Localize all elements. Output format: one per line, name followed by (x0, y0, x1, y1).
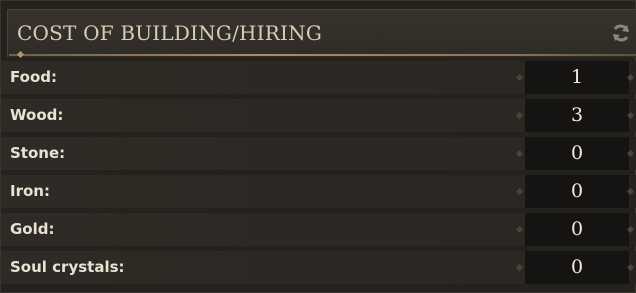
cost-value-field[interactable]: 1 (525, 61, 629, 94)
cost-value: 0 (570, 142, 584, 164)
cost-label: Gold: (10, 220, 55, 238)
cost-value: 0 (570, 218, 584, 240)
cost-row-food: Food: 1 (1, 61, 636, 94)
refresh-icon[interactable] (610, 22, 632, 44)
cost-row-iron: Iron: 0 (1, 175, 636, 208)
cost-value: 3 (570, 104, 584, 126)
cost-label: Iron: (10, 182, 50, 200)
panel-title: COST OF BUILDING/HIRING (17, 21, 322, 45)
cost-list: Food: 1 Wood: 3 Stone: 0 Iron: 0 Gold: 0… (1, 61, 636, 289)
cost-row-soul-crystals: Soul crystals: 0 (1, 251, 636, 284)
cost-row-gold: Gold: 0 (1, 213, 636, 246)
cost-value: 0 (570, 180, 584, 202)
cost-panel: COST OF BUILDING/HIRING Food: 1 Wood: 3 (0, 0, 636, 293)
decrease-arrow-icon[interactable] (515, 73, 524, 82)
cost-value-field[interactable]: 3 (525, 99, 629, 132)
cost-row-wood: Wood: 3 (1, 99, 636, 132)
cost-value: 0 (570, 256, 584, 278)
cost-value-field[interactable]: 0 (525, 213, 629, 246)
decrease-arrow-icon[interactable] (515, 149, 524, 158)
cost-value-field[interactable]: 0 (525, 137, 629, 170)
cost-row-stone: Stone: 0 (1, 137, 636, 170)
cost-label: Soul crystals: (10, 258, 125, 276)
cost-value: 1 (570, 66, 584, 88)
cost-label: Stone: (10, 144, 66, 162)
cost-label: Wood: (10, 106, 64, 124)
cost-label: Food: (10, 68, 57, 86)
cost-value-field[interactable]: 0 (525, 175, 629, 208)
decrease-arrow-icon[interactable] (515, 111, 524, 120)
decrease-arrow-icon[interactable] (515, 263, 524, 272)
cost-value-field[interactable]: 0 (525, 251, 629, 284)
decrease-arrow-icon[interactable] (515, 225, 524, 234)
decrease-arrow-icon[interactable] (515, 187, 524, 196)
panel-header: COST OF BUILDING/HIRING (7, 9, 636, 57)
header-divider (9, 54, 636, 56)
